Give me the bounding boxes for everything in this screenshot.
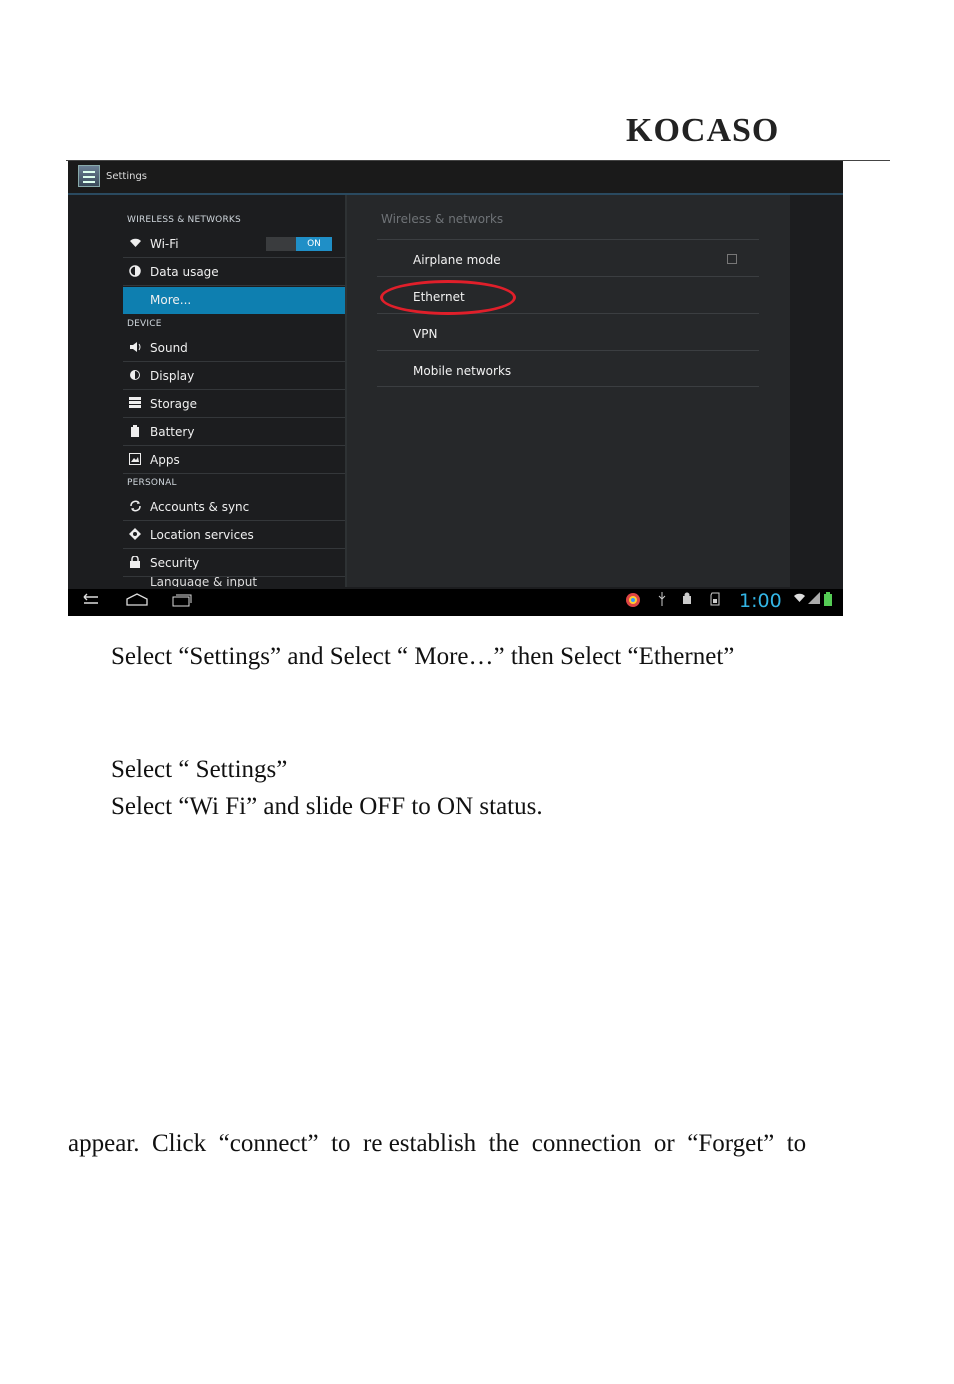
settings-item-label: Display — [150, 369, 195, 383]
cell-signal-icon — [808, 592, 820, 608]
wifi-icon — [128, 237, 142, 251]
settings-item-display[interactable]: Display — [123, 363, 345, 390]
ethernet-highlight-circle — [380, 280, 516, 315]
sd-card-icon — [710, 592, 720, 610]
action-bar-title: Settings — [106, 171, 148, 182]
settings-item-label: Storage — [150, 397, 197, 411]
action-bar: Settings — [68, 161, 843, 195]
instruction-line-1: Select “Settings” and Select “ More…” th… — [111, 643, 735, 670]
settings-item-label: Apps — [150, 453, 180, 467]
kocaso-logo: KOCASO — [626, 112, 780, 149]
settings-screenshot: Settings WIRELESS & NETWORKS Wi-Fi ON Da… — [68, 161, 843, 616]
section-personal: PERSONAL — [127, 478, 177, 488]
instruction-line-3: Select “Wi Fi” and slide OFF to ON statu… — [111, 793, 543, 820]
settings-item-label: Wi-Fi — [150, 237, 179, 251]
option-vpn[interactable]: VPN — [377, 313, 759, 350]
more-detail-pane: Wireless & networks Airplane mode Ethern… — [345, 195, 790, 587]
settings-item-more[interactable]: More... — [123, 287, 345, 314]
settings-item-accounts-sync[interactable]: Accounts & sync — [123, 494, 345, 521]
sync-icon — [128, 500, 142, 515]
instruction-line-4: appear. Click “connect” to re establish … — [68, 1130, 807, 1157]
status-clock: 1:00 — [739, 590, 782, 612]
settings-item-label: Accounts & sync — [150, 500, 250, 514]
section-device: DEVICE — [127, 319, 162, 329]
data-usage-icon — [128, 265, 142, 280]
location-icon — [128, 528, 142, 543]
battery-status-icon — [824, 592, 832, 610]
android-debug-icon — [681, 592, 693, 610]
settings-item-sound[interactable]: Sound — [123, 335, 345, 362]
settings-item-security[interactable]: Security — [123, 550, 345, 577]
settings-item-apps[interactable]: Apps — [123, 447, 345, 474]
section-wireless-networks: WIRELESS & NETWORKS — [127, 215, 241, 225]
sound-icon — [128, 341, 142, 356]
settings-item-location[interactable]: Location services — [123, 522, 345, 549]
option-label: Airplane mode — [413, 253, 501, 267]
settings-item-label: More... — [150, 293, 192, 307]
display-icon — [128, 369, 142, 384]
option-label: Mobile networks — [413, 364, 512, 378]
browser-notification-icon — [625, 592, 641, 612]
settings-item-label: Battery — [150, 425, 195, 439]
battery-icon — [128, 425, 142, 440]
settings-app-icon[interactable] — [78, 165, 100, 187]
settings-item-data-usage[interactable]: Data usage — [123, 259, 345, 286]
settings-item-language-input[interactable]: Language & input — [123, 577, 345, 587]
settings-item-label: Sound — [150, 341, 188, 355]
pane-header: Wireless & networks — [381, 212, 504, 226]
apps-icon — [128, 453, 142, 468]
back-icon[interactable] — [80, 593, 100, 611]
option-mobile-networks[interactable]: Mobile networks — [377, 350, 759, 387]
settings-item-wifi[interactable]: Wi-Fi ON — [123, 231, 345, 258]
settings-item-storage[interactable]: Storage — [123, 391, 345, 418]
wifi-toggle-on: ON — [296, 237, 332, 251]
option-airplane-mode[interactable]: Airplane mode — [377, 239, 759, 276]
airplane-mode-checkbox[interactable] — [727, 254, 737, 264]
settings-item-label: Language & input — [150, 577, 258, 587]
settings-item-label: Security — [150, 556, 200, 570]
settings-item-label: Location services — [150, 528, 254, 542]
instruction-line-2: Select “ Settings” — [111, 756, 288, 783]
settings-list: WIRELESS & NETWORKS Wi-Fi ON Data usage … — [123, 195, 345, 587]
settings-item-label: Data usage — [150, 265, 219, 279]
home-icon[interactable] — [126, 593, 148, 611]
storage-icon — [128, 397, 142, 411]
recent-apps-icon[interactable] — [172, 593, 192, 611]
settings-item-battery[interactable]: Battery — [123, 419, 345, 446]
usb-icon — [657, 592, 667, 610]
option-label: VPN — [413, 327, 438, 341]
wifi-signal-icon — [793, 592, 806, 607]
lock-icon — [128, 555, 142, 571]
wifi-toggle[interactable]: ON — [266, 237, 332, 251]
system-nav-bar: 1:00 — [68, 589, 843, 616]
